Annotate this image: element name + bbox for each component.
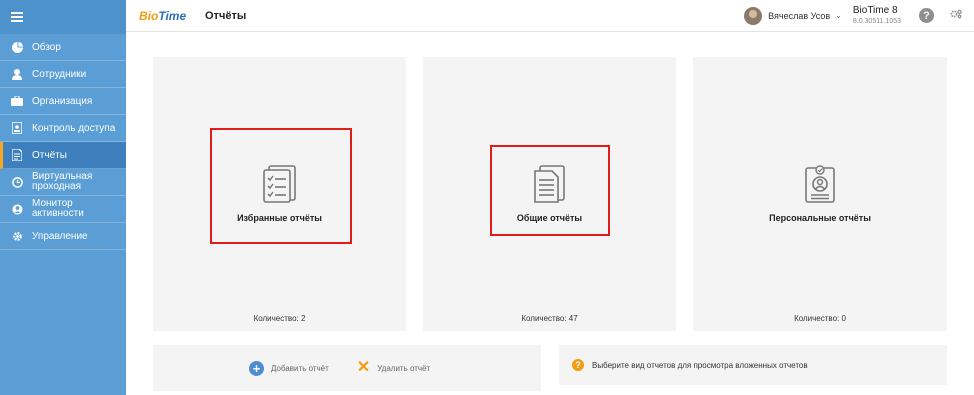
hint-panel: ? Выберите вид отчетов для просмотра вло…	[559, 345, 947, 385]
sidebar-header	[0, 0, 126, 34]
sidebar-item-management[interactable]: Управление	[0, 223, 126, 250]
card-count: Количество: 47	[521, 314, 578, 323]
personal-document-icon	[805, 165, 835, 203]
card-count: Количество: 2	[253, 314, 306, 323]
user-circle-icon	[11, 203, 23, 215]
sidebar-item-virtual-checkpoint[interactable]: Виртуальная проходная	[0, 169, 126, 196]
sidebar-item-reports[interactable]: Отчёты	[0, 142, 126, 169]
app-window: Обзор Сотрудники Организация Контроль до…	[0, 0, 974, 395]
delete-report-button[interactable]: ✕ Удалить отчёт	[357, 360, 430, 376]
help-icon[interactable]: ?	[919, 8, 934, 23]
header-right: Вячеслав Усов ⌄ BioTime 8 8.0.30511.1053…	[744, 0, 974, 32]
pie-chart-icon	[11, 41, 23, 53]
sidebar-item-label: Монитор активности	[32, 198, 84, 219]
product-name: BioTime 8	[852, 5, 898, 16]
delete-report-label: Удалить отчёт	[377, 363, 431, 373]
logo-text-part1: Bio	[139, 8, 159, 23]
sidebar-item-activity-monitor[interactable]: Монитор активности	[0, 196, 126, 223]
highlight-box	[490, 145, 610, 236]
hamburger-menu-icon[interactable]	[11, 12, 23, 22]
sidebar: Обзор Сотрудники Организация Контроль до…	[0, 0, 126, 395]
sidebar-item-access-control[interactable]: Контроль доступа	[0, 115, 126, 142]
version-number: 8.0.30511.1053	[852, 18, 901, 25]
top-header: BioTime Отчёты Вячеслав Усов ⌄ BioTime 8…	[126, 0, 974, 32]
question-icon: ?	[572, 359, 584, 371]
user-name[interactable]: Вячеслав Усов	[768, 11, 830, 21]
sidebar-item-label: Обзор	[32, 41, 61, 53]
sidebar-item-label: Сотрудники	[32, 68, 87, 80]
biotime-logo[interactable]: BioTime	[139, 6, 189, 26]
sidebar-item-organization[interactable]: Организация	[0, 88, 126, 115]
badge-icon	[11, 122, 23, 134]
card-title: Персональные отчёты	[769, 213, 871, 223]
chevron-down-icon[interactable]: ⌄	[835, 11, 842, 20]
sidebar-item-label: Управление	[32, 230, 88, 242]
gear-icon	[11, 230, 23, 242]
person-icon	[11, 68, 23, 80]
sidebar-item-overview[interactable]: Обзор	[0, 34, 126, 61]
sidebar-item-label: Контроль доступа	[32, 122, 116, 134]
document-icon	[11, 149, 23, 161]
avatar[interactable]	[744, 6, 763, 25]
version-info: BioTime 8 8.0.30511.1053	[852, 5, 901, 26]
close-icon: ✕	[356, 359, 371, 376]
sidebar-item-label: Виртуальная проходная	[32, 171, 93, 192]
card-count: Количество: 0	[794, 314, 846, 323]
plus-circle-icon: +	[249, 360, 264, 376]
report-card-personal[interactable]: Персональные отчёты Количество: 0	[693, 57, 947, 331]
highlight-box	[210, 128, 352, 244]
briefcase-icon	[11, 95, 23, 107]
main-content: Избранные отчёты Количество: 2 Общие отч…	[126, 33, 974, 395]
add-report-button[interactable]: + Добавить отчёт	[249, 360, 329, 376]
hint-text: Выберите вид отчетов для просмотра вложе…	[592, 360, 808, 370]
settings-gear-icon[interactable]	[950, 9, 962, 22]
sidebar-item-employees[interactable]: Сотрудники	[0, 61, 126, 88]
sidebar-item-label: Организация	[32, 95, 93, 107]
action-bar: + Добавить отчёт ✕ Удалить отчёт	[153, 345, 541, 391]
clock-icon	[11, 176, 23, 188]
add-report-label: Добавить отчёт	[271, 363, 329, 373]
logo-text-part2: Time	[158, 8, 187, 23]
page-title: Отчёты	[205, 9, 247, 22]
sidebar-item-label: Отчёты	[32, 149, 67, 161]
